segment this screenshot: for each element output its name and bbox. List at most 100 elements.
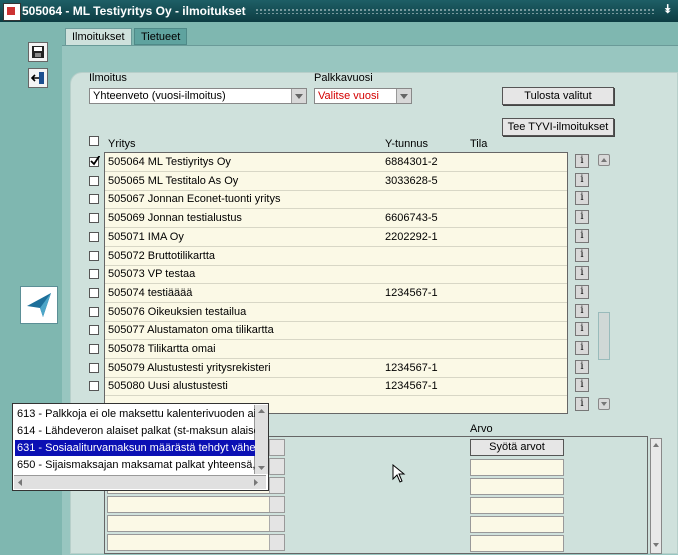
table-row[interactable]: 505071 IMA Oy 2202292-1 [105,228,567,247]
row-checkbox[interactable] [89,175,99,186]
info-icon[interactable]: i [575,172,589,187]
value-input[interactable] [470,478,564,495]
row-company: 505077 Alustamaton oma tilikartta [108,324,274,337]
info-icon[interactable]: i [575,228,589,243]
ilmoitus-select[interactable]: Yhteenveto (vuosi-ilmoitus) [89,88,307,104]
code-select-cell[interactable] [107,534,285,551]
table-row[interactable]: 505073 VP testaa [105,265,567,285]
chevron-down-icon[interactable] [291,89,306,103]
info-icon[interactable]: i [575,191,589,206]
table-row[interactable]: 505079 Alustustesti yritysrekisteri 12345… [105,359,567,378]
row-ytunnus: 3033628-5 [385,174,438,187]
dropdown-hscrollbar[interactable] [14,475,266,489]
mouse-cursor-icon [392,463,406,484]
table-row[interactable]: 505077 Alustamaton oma tilikartta [105,321,567,341]
info-icon[interactable]: i [575,210,589,225]
dropdown-option[interactable]: 613 - Palkkoja ei ole maksettu kalenteri… [15,406,255,422]
enter-values-button[interactable]: Syötä arvot [470,439,564,456]
values-scrollbar[interactable] [650,438,662,554]
row-checkbox[interactable] [89,344,99,354]
table-row[interactable]: 505065 ML Testitalo As Oy 3033628-5 [105,172,567,191]
value-input[interactable] [470,516,564,533]
scroll-down-icon[interactable] [598,398,610,410]
code-select-cell[interactable] [107,496,285,513]
scroll-thumb[interactable] [598,312,610,360]
ilmoitus-value: Yhteenveto (vuosi-ilmoitus) [93,90,226,102]
exit-icon[interactable] [28,68,48,88]
code-dropdown-list[interactable]: 613 - Palkkoja ei ole maksettu kalenteri… [12,403,269,491]
table-row[interactable]: 505080 Uusi alustustesti 1234567-1 [105,377,567,397]
row-company: 505072 Bruttotilikartta [108,249,216,262]
header-ytunnus: Y-tunnus [385,138,429,150]
value-input[interactable] [470,459,564,476]
create-tyvi-button[interactable]: Tee TYVI-ilmoitukset [502,118,614,136]
title-bar: 505064 - ML Testiyritys Oy - ilmoitukset… [0,0,678,22]
row-ytunnus: 6884301-2 [385,156,438,168]
row-ytunnus: 1234567-1 [385,380,438,393]
table-row[interactable]: 505069 Jonnan testialustus 6606743-5 [105,209,567,229]
row-checkbox[interactable] [89,325,99,336]
info-icon[interactable]: i [575,397,589,412]
info-icon[interactable]: i [575,284,589,299]
row-ytunnus: 2202292-1 [385,230,438,243]
row-company: 505064 ML Testiyritys Oy [108,156,231,168]
chevron-down-icon[interactable] [396,89,411,103]
value-input[interactable] [470,497,564,514]
info-icon[interactable]: i [575,359,589,374]
palkkavuosi-select[interactable]: Valitse vuosi [314,88,412,104]
row-company: 505076 Oikeuksien testailua [108,305,247,318]
arvo-label: Arvo [470,423,493,435]
row-checkbox[interactable] [89,306,99,317]
table-row[interactable]: 505067 Jonnan Econet-tuonti yritys [105,190,567,210]
dropdown-option[interactable]: 631 - Sosiaaliturvamaksun määrästä tehdy… [15,440,255,456]
info-icon[interactable]: i [575,378,589,393]
code-select-cell[interactable] [107,515,285,532]
table-row[interactable]: 505074 testiääää 1234567-1 [105,284,567,303]
info-icon[interactable]: i [575,303,589,318]
dropdown-vscrollbar[interactable] [254,405,268,474]
ilmoitus-label: Ilmoitus [89,72,127,84]
row-company: 505067 Jonnan Econet-tuonti yritys [108,193,281,206]
row-checkbox[interactable] [89,381,99,392]
row-company: 505069 Jonnan testialustus [108,212,242,225]
save-icon[interactable] [28,42,48,62]
value-input[interactable] [470,535,564,552]
palkkavuosi-value: Valitse vuosi [318,90,379,102]
row-company: 505071 IMA Oy [108,230,184,243]
table-row[interactable]: 505078 Tilikartta omai [105,340,567,359]
info-icon[interactable]: i [575,341,589,355]
tab-tietueet[interactable]: Tietueet [134,28,188,45]
info-icon[interactable]: i [575,154,589,168]
minimize-icon[interactable]: ​⯯ [662,2,676,18]
row-checkbox[interactable] [89,362,99,373]
app-logo-icon[interactable] [20,286,58,324]
row-company: 505079 Alustustesti yritysrekisteri [108,361,271,374]
row-checkbox[interactable] [89,231,99,242]
info-icon[interactable]: i [575,247,589,262]
palkkavuosi-label: Palkkavuosi [314,72,373,84]
row-checkbox[interactable] [89,194,99,205]
header-status: Tila [470,138,488,150]
row-checkbox[interactable] [89,269,99,280]
dropdown-option[interactable]: 650 - Sijaismaksajan maksamat palkat yht… [15,457,255,473]
row-checkbox[interactable] [89,213,99,224]
select-all-checkbox[interactable] [89,136,99,146]
info-icon[interactable]: i [575,266,589,281]
info-icon[interactable]: i [575,322,589,337]
table-row[interactable]: 505076 Oikeuksien testailua [105,303,567,322]
title-bar-texture [255,8,655,14]
company-table[interactable]: 505064 ML Testiyritys Oy 6884301-2 505065 … [104,152,568,414]
scroll-up-icon[interactable] [598,154,610,166]
row-ytunnus: 1234567-1 [385,361,438,374]
row-checkbox[interactable] [89,156,100,167]
app-icon [3,3,21,21]
row-company: 505073 VP testaa [108,268,196,281]
print-selected-button[interactable]: Tulosta valitut [502,87,614,105]
row-company: 505065 ML Testitalo As Oy [108,174,239,187]
dropdown-option[interactable]: 614 - Lähdeveron alaiset palkat (st-maks… [15,423,255,439]
table-row[interactable]: 505064 ML Testiyritys Oy 6884301-2 [105,153,567,172]
table-row[interactable]: 505072 Bruttotilikartta [105,247,567,266]
row-checkbox[interactable] [89,287,99,298]
row-checkbox[interactable] [89,250,99,261]
tab-ilmoitukset[interactable]: Ilmoitukset [65,28,132,45]
